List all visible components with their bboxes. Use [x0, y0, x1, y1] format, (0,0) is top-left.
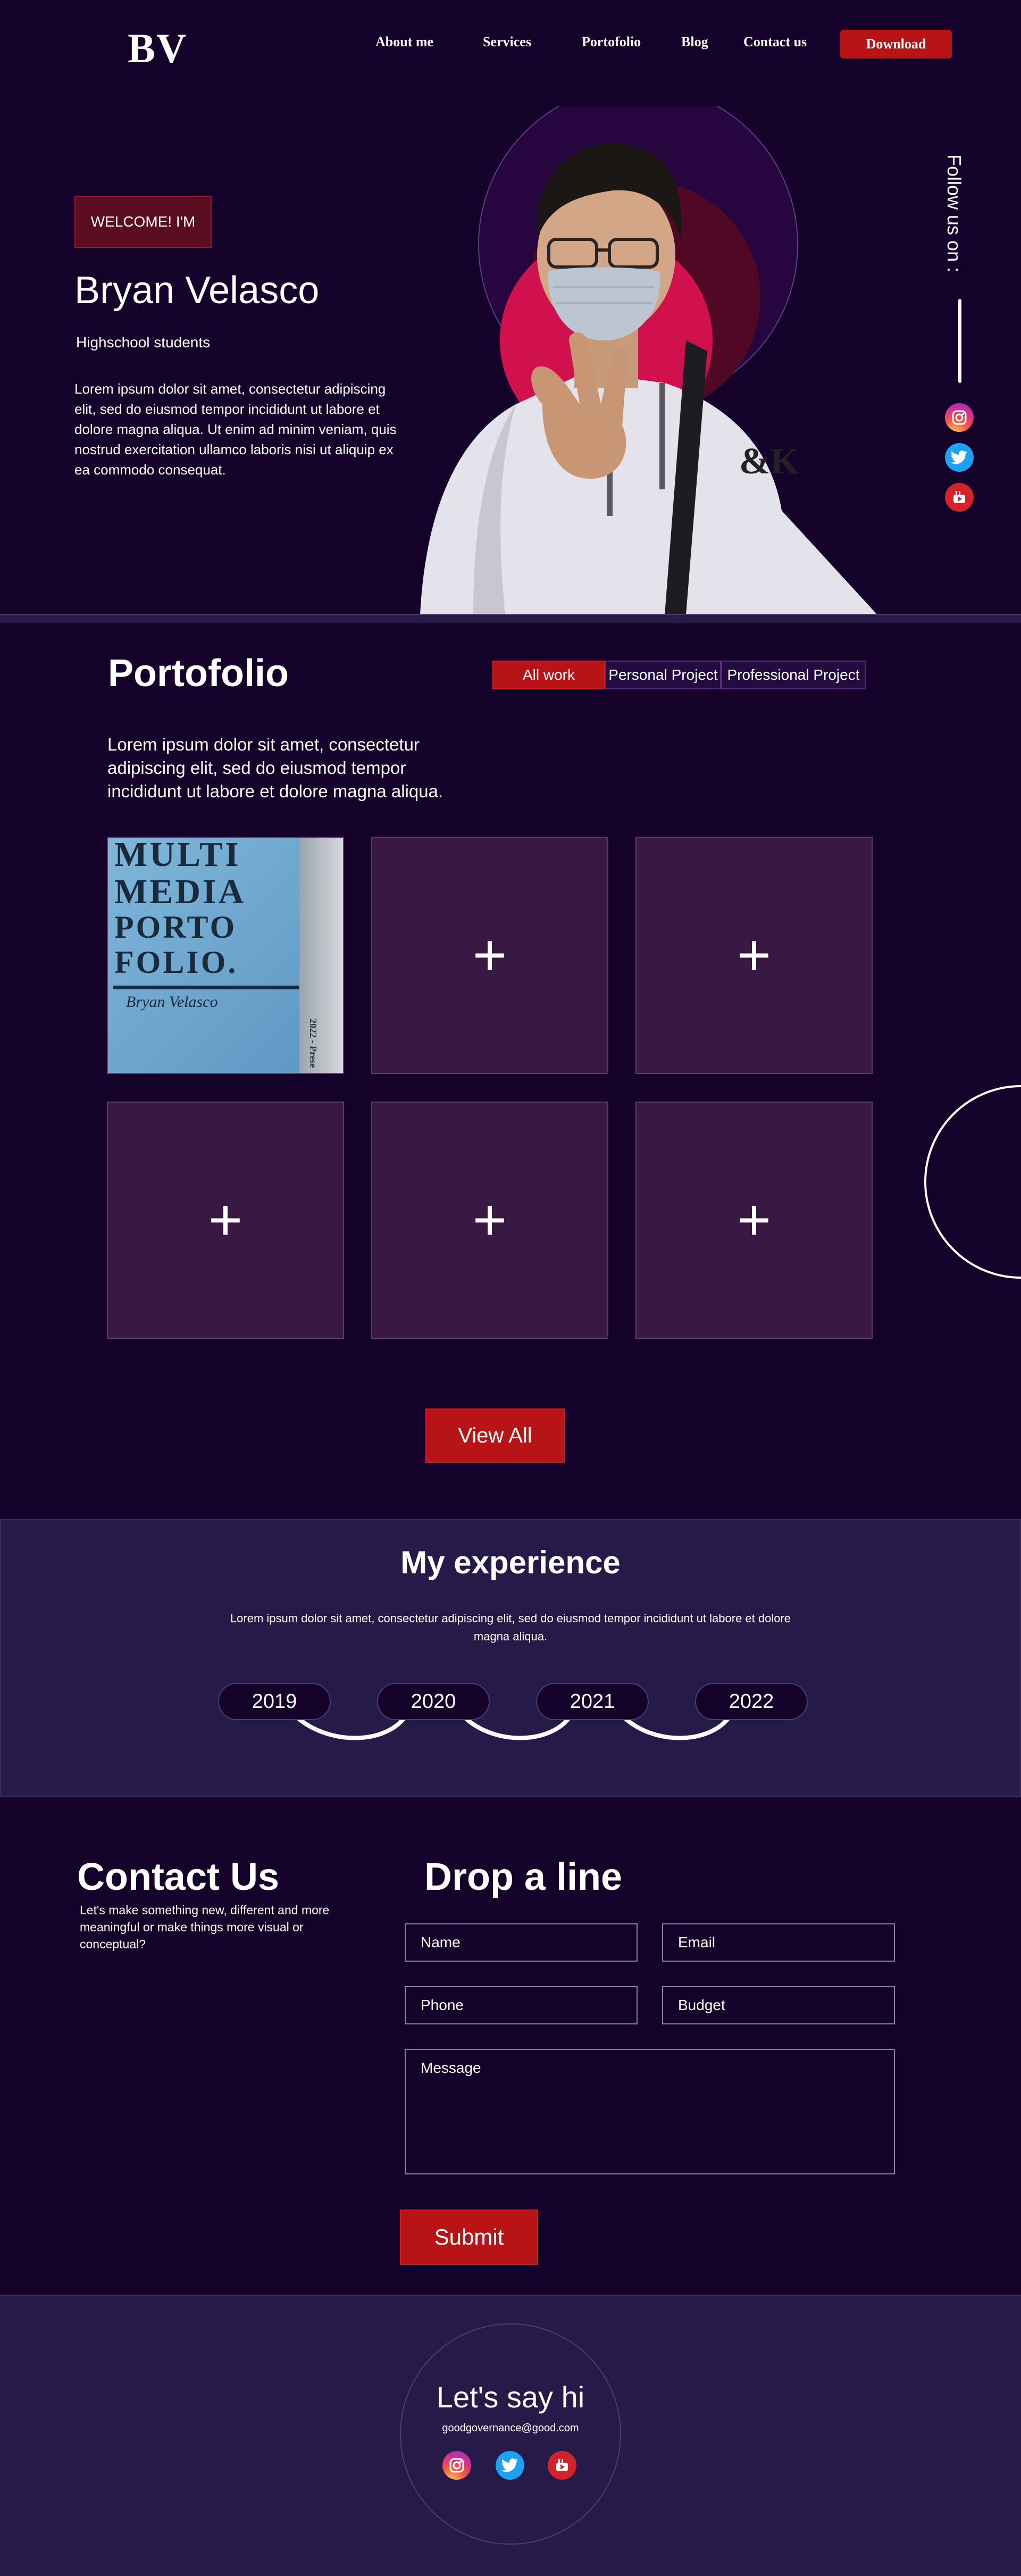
cover-signature: Bryan Velasco	[126, 993, 218, 1011]
hero-description: Lorem ipsum dolor sit amet, consectetur …	[74, 381, 397, 478]
experience-description: Lorem ipsum dolor sit amet, consectetur …	[230, 1612, 791, 1643]
youtube-icon[interactable]	[548, 2451, 576, 2480]
nav-blog[interactable]: Blog	[681, 34, 708, 50]
follow-us-label: Follow us on :	[943, 154, 965, 273]
hero-name: Bryan Velasco	[74, 269, 320, 312]
plus-icon: +	[472, 1187, 507, 1253]
portfolio-add-tile[interactable]: +	[635, 1102, 873, 1339]
cover-spine-text: 2022 - Prese	[308, 1019, 319, 1068]
twitter-icon[interactable]	[496, 2451, 524, 2480]
cover-title-line-3: PORTO	[114, 910, 237, 945]
follow-divider	[958, 299, 961, 383]
message-field[interactable]: Message	[405, 2049, 895, 2174]
plus-icon: +	[208, 1187, 243, 1253]
portfolio-add-tile[interactable]: +	[371, 837, 608, 1074]
footer-email[interactable]: goodgovernance@good.com	[400, 2422, 621, 2435]
plus-icon: +	[737, 1187, 772, 1253]
filter-professional-project[interactable]: Professional Project	[721, 661, 866, 689]
portfolio-add-tile[interactable]: +	[107, 1102, 344, 1339]
drop-a-line-title: Drop a line	[424, 1856, 623, 1898]
cover-binding	[299, 838, 343, 1073]
hero-illustration: &K	[420, 106, 877, 615]
cover-title-line-2: MEDIA	[114, 872, 246, 911]
portfolio-title: Portofolio	[108, 652, 289, 695]
footer-title: Let's say hi	[436, 2380, 585, 2414]
phone-field[interactable]: Phone	[405, 1986, 638, 2024]
email-field[interactable]: Email	[662, 1923, 895, 1962]
twitter-icon[interactable]	[945, 443, 974, 472]
name-field[interactable]: Name	[405, 1923, 638, 1962]
submit-button[interactable]: Submit	[400, 2210, 538, 2265]
welcome-badge: WELCOME! I'M	[74, 196, 212, 248]
cover-title-line-4: FOLIO.	[114, 945, 238, 980]
plus-icon: +	[737, 922, 772, 988]
portfolio-description: Lorem ipsum dolor sit amet, consectetur …	[107, 735, 443, 801]
nav-contact-us[interactable]: Contact us	[743, 34, 807, 50]
hero-subtitle: Highschool students	[76, 334, 211, 351]
youtube-icon[interactable]	[945, 483, 974, 512]
filter-personal-project[interactable]: Personal Project	[605, 661, 721, 689]
plus-icon: +	[472, 922, 507, 988]
svg-text:&K: &K	[739, 441, 799, 482]
decorative-half-circle	[924, 1085, 1021, 1279]
experience-title: My experience	[400, 1545, 621, 1580]
contact-title: Contact Us	[77, 1856, 280, 1898]
portfolio-cover-tile[interactable]: MULTI MEDIA PORTO FOLIO. Bryan Velasco 2…	[107, 837, 344, 1074]
portfolio-add-tile[interactable]: +	[371, 1102, 608, 1339]
nav-services[interactable]: Services	[483, 34, 531, 50]
timeline-year-2021[interactable]: 2021	[536, 1683, 649, 1720]
contact-description: Let's make something new, different and …	[80, 1903, 330, 1951]
site-logo[interactable]: BV	[128, 28, 187, 69]
timeline-connectors	[296, 1716, 731, 1740]
download-button[interactable]: Download	[840, 30, 952, 59]
filter-all-work[interactable]: All work	[492, 661, 605, 689]
timeline-year-2019[interactable]: 2019	[218, 1683, 331, 1720]
timeline-year-2020[interactable]: 2020	[377, 1683, 490, 1720]
hero-divider	[0, 614, 1021, 623]
view-all-button[interactable]: View All	[425, 1408, 565, 1463]
nav-portofolio[interactable]: Portofolio	[582, 34, 641, 50]
timeline-year-2022[interactable]: 2022	[695, 1683, 808, 1720]
instagram-icon[interactable]	[442, 2451, 471, 2480]
portfolio-add-tile[interactable]: +	[635, 837, 873, 1074]
cover-title-line-1: MULTI	[114, 837, 241, 874]
instagram-icon[interactable]	[945, 403, 974, 432]
cover-underline	[113, 986, 299, 989]
budget-field[interactable]: Budget	[662, 1986, 895, 2024]
nav-about-me[interactable]: About me	[375, 34, 433, 50]
portfolio-filters: All work Personal Project Professional P…	[492, 661, 866, 689]
